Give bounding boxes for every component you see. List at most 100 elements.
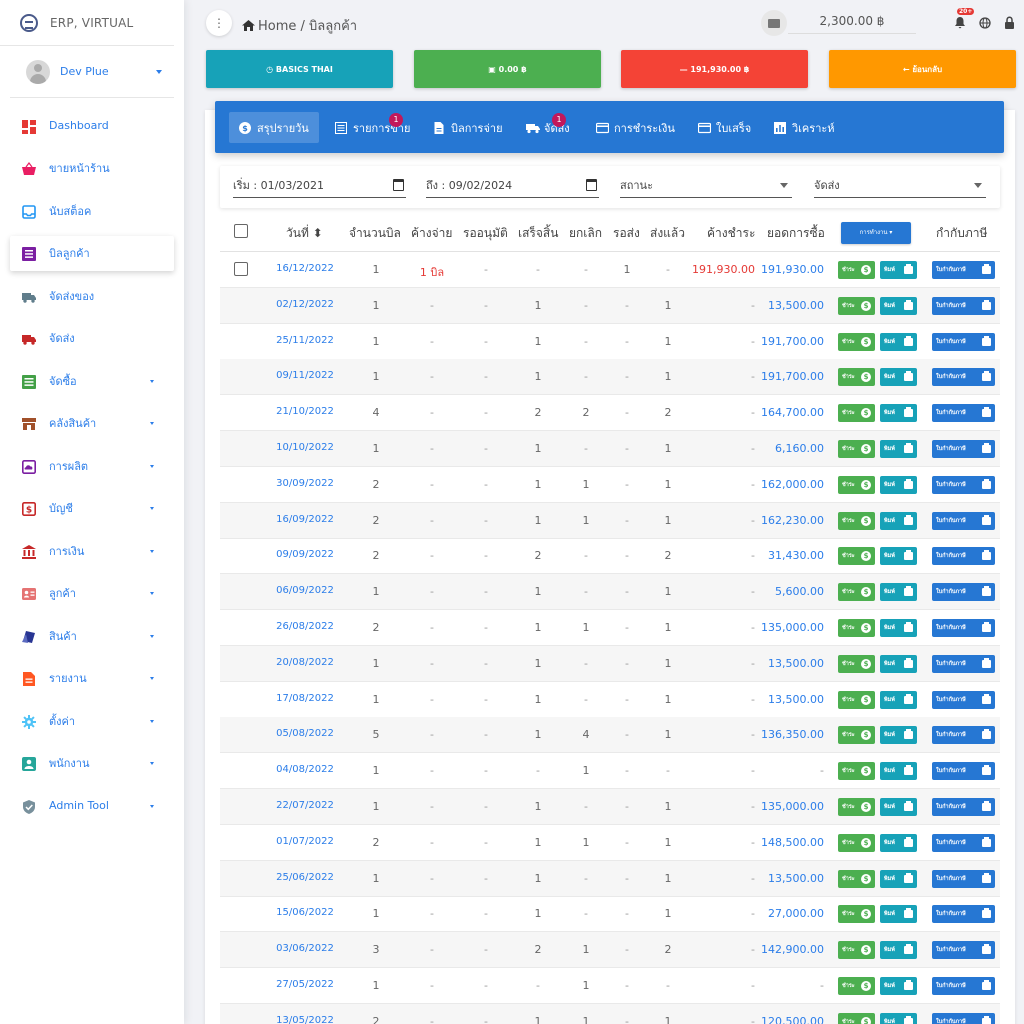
print-button[interactable]: พิมพ์ (880, 654, 917, 673)
cell-date[interactable]: 01/07/2022 (276, 836, 334, 847)
status-select[interactable]: สถานะ (620, 176, 792, 198)
pay-button[interactable]: ชำระ $ (838, 511, 875, 530)
pay-button[interactable]: ชำระ $ (838, 798, 875, 816)
tax-invoice-button[interactable]: ใบกำกับภาษี (932, 762, 995, 781)
tab-4[interactable]: จัดส่ง 1 (516, 112, 580, 143)
pay-button[interactable]: ชำระ $ (838, 726, 875, 745)
col-date[interactable]: วันที่ ⬍ (286, 224, 323, 243)
tax-invoice-button[interactable]: ใบกำกับภาษี (932, 833, 995, 852)
tax-invoice-button[interactable]: ใบกำกับภาษี (932, 977, 995, 995)
print-button[interactable]: พิมพ์ (880, 941, 917, 960)
print-button[interactable]: พิมพ์ (880, 762, 917, 781)
sidebar-item-11[interactable]: การเงิน (10, 533, 174, 568)
print-button[interactable]: พิมพ์ (880, 905, 917, 924)
tax-invoice-button[interactable]: ใบกำกับภาษี (932, 619, 995, 637)
pay-button[interactable]: ชำระ $ (838, 619, 875, 637)
print-button[interactable]: พิมพ์ (880, 296, 917, 315)
pay-button[interactable]: ชำระ $ (838, 869, 875, 888)
cell-date[interactable]: 13/05/2022 (276, 1015, 334, 1024)
sidebar-item-3[interactable]: นับสต็อค (10, 193, 174, 228)
tax-invoice-button[interactable]: ใบกำกับภาษี (932, 475, 995, 494)
tax-invoice-button[interactable]: ใบกำกับภาษี (932, 869, 995, 888)
cell-date[interactable]: 09/09/2022 (276, 549, 334, 560)
tab-7[interactable]: วิเคราะห์ (764, 112, 845, 143)
sidebar-item-6[interactable]: จัดส่ง (10, 321, 174, 356)
pay-button[interactable]: ชำระ $ (838, 583, 875, 602)
tax-invoice-button[interactable]: ใบกำกับภาษี (932, 905, 995, 924)
cell-date[interactable]: 10/10/2022 (276, 442, 334, 453)
tax-invoice-button[interactable]: ใบกำกับภาษี (932, 583, 995, 602)
cell-date[interactable]: 16/12/2022 (276, 263, 334, 274)
breadcrumb-text[interactable]: Home / บิลลูกค้า (258, 15, 357, 36)
pay-button[interactable]: ชำระ $ (838, 368, 875, 387)
tax-invoice-button[interactable]: ใบกำกับภาษี (932, 654, 995, 673)
cell-date[interactable]: 20/08/2022 (276, 657, 334, 668)
pay-button[interactable]: ชำระ $ (838, 690, 875, 709)
pay-button[interactable]: ชำระ $ (838, 332, 875, 351)
print-button[interactable]: พิมพ์ (880, 977, 917, 995)
pay-button[interactable]: ชำระ $ (838, 296, 875, 315)
row-checkbox[interactable] (234, 262, 248, 276)
tax-invoice-button[interactable]: ใบกำกับภาษี (932, 798, 995, 816)
print-button[interactable]: พิมพ์ (880, 547, 917, 566)
print-button[interactable]: พิมพ์ (880, 511, 917, 530)
cell-date[interactable]: 02/12/2022 (276, 299, 334, 310)
cell-date[interactable]: 26/08/2022 (276, 621, 334, 632)
cell-date[interactable]: 27/05/2022 (276, 979, 334, 990)
globe-icon[interactable] (979, 14, 991, 29)
tab-1[interactable]: $ สรุปรายวัน (229, 112, 319, 143)
cell-date[interactable]: 03/06/2022 (276, 943, 334, 954)
tax-invoice-button[interactable]: ใบกำกับภาษี (932, 440, 995, 458)
sidebar-item-2[interactable]: ขายหน้าร้าน (10, 151, 174, 186)
pay-button[interactable]: ชำระ $ (838, 762, 875, 781)
cell-date[interactable]: 15/06/2022 (276, 907, 334, 918)
tax-invoice-button[interactable]: ใบกำกับภาษี (932, 368, 995, 387)
sidebar-item-17[interactable]: Admin Tool (10, 788, 174, 823)
print-button[interactable]: พิมพ์ (880, 869, 917, 888)
pay-button[interactable]: ชำระ $ (838, 440, 875, 458)
pay-button[interactable]: ชำระ $ (838, 977, 875, 995)
operations-dropdown-button[interactable]: การทำงาน ▾ (841, 222, 911, 244)
start-date-field[interactable]: เริ่ม : 01/03/2021 (233, 176, 406, 198)
tax-invoice-button[interactable]: ใบกำกับภาษี (932, 511, 995, 530)
user-menu[interactable]: Dev Plue (10, 46, 174, 98)
cell-date[interactable]: 06/09/2022 (276, 585, 334, 596)
sidebar-item-1[interactable]: Dashboard (10, 108, 174, 143)
tab-3[interactable]: บิลการจ่าย (423, 112, 513, 143)
tax-invoice-button[interactable]: ใบกำกับภาษี (932, 690, 995, 709)
pay-button[interactable]: ชำระ $ (838, 475, 875, 494)
tax-invoice-button[interactable]: ใบกำกับภาษี (932, 261, 995, 279)
pay-button[interactable]: ชำระ $ (838, 1012, 875, 1024)
sidebar-item-5[interactable]: จัดส่งของ (10, 278, 174, 313)
print-button[interactable]: พิมพ์ (880, 440, 917, 458)
cell-date[interactable]: 21/10/2022 (276, 406, 334, 417)
cell-date[interactable]: 17/08/2022 (276, 693, 334, 704)
lock-icon[interactable] (1004, 14, 1016, 29)
sidebar-item-4[interactable]: บิลลูกค้า (10, 235, 174, 271)
calendar-icon[interactable] (586, 179, 597, 191)
debt-button[interactable]: — 191,930.00 ฿ (621, 50, 808, 88)
menu-toggle-button[interactable]: ⋮ (206, 10, 232, 36)
cell-date[interactable]: 30/09/2022 (276, 478, 334, 489)
select-all-checkbox[interactable] (234, 224, 248, 238)
sidebar-item-12[interactable]: ลูกค้า (10, 576, 174, 611)
pay-button[interactable]: ชำระ $ (838, 547, 875, 566)
print-button[interactable]: พิมพ์ (880, 619, 917, 637)
print-button[interactable]: พิมพ์ (880, 726, 917, 745)
pay-button[interactable]: ชำระ $ (838, 404, 875, 423)
cell-date[interactable]: 09/11/2022 (276, 370, 334, 381)
pay-button[interactable]: ชำระ $ (838, 833, 875, 852)
pay-button[interactable]: ชำระ $ (838, 941, 875, 960)
tax-invoice-button[interactable]: ใบกำกับภาษี (932, 941, 995, 960)
cell-date[interactable]: 25/11/2022 (276, 335, 334, 346)
tax-invoice-button[interactable]: ใบกำกับภาษี (932, 296, 995, 315)
sidebar-item-10[interactable]: $ บัญชี (10, 491, 174, 526)
shipping-select[interactable]: จัดส่ง (814, 176, 986, 198)
cell-date[interactable]: 04/08/2022 (276, 764, 334, 775)
back-button[interactable]: ← ย้อนกลับ (829, 50, 1016, 88)
sidebar-item-9[interactable]: การผลิต (10, 448, 174, 483)
print-button[interactable]: พิมพ์ (880, 798, 917, 816)
pay-button[interactable]: ชำระ $ (838, 654, 875, 673)
print-button[interactable]: พิมพ์ (880, 332, 917, 351)
brand[interactable]: ERP, VIRTUAL (0, 0, 174, 46)
